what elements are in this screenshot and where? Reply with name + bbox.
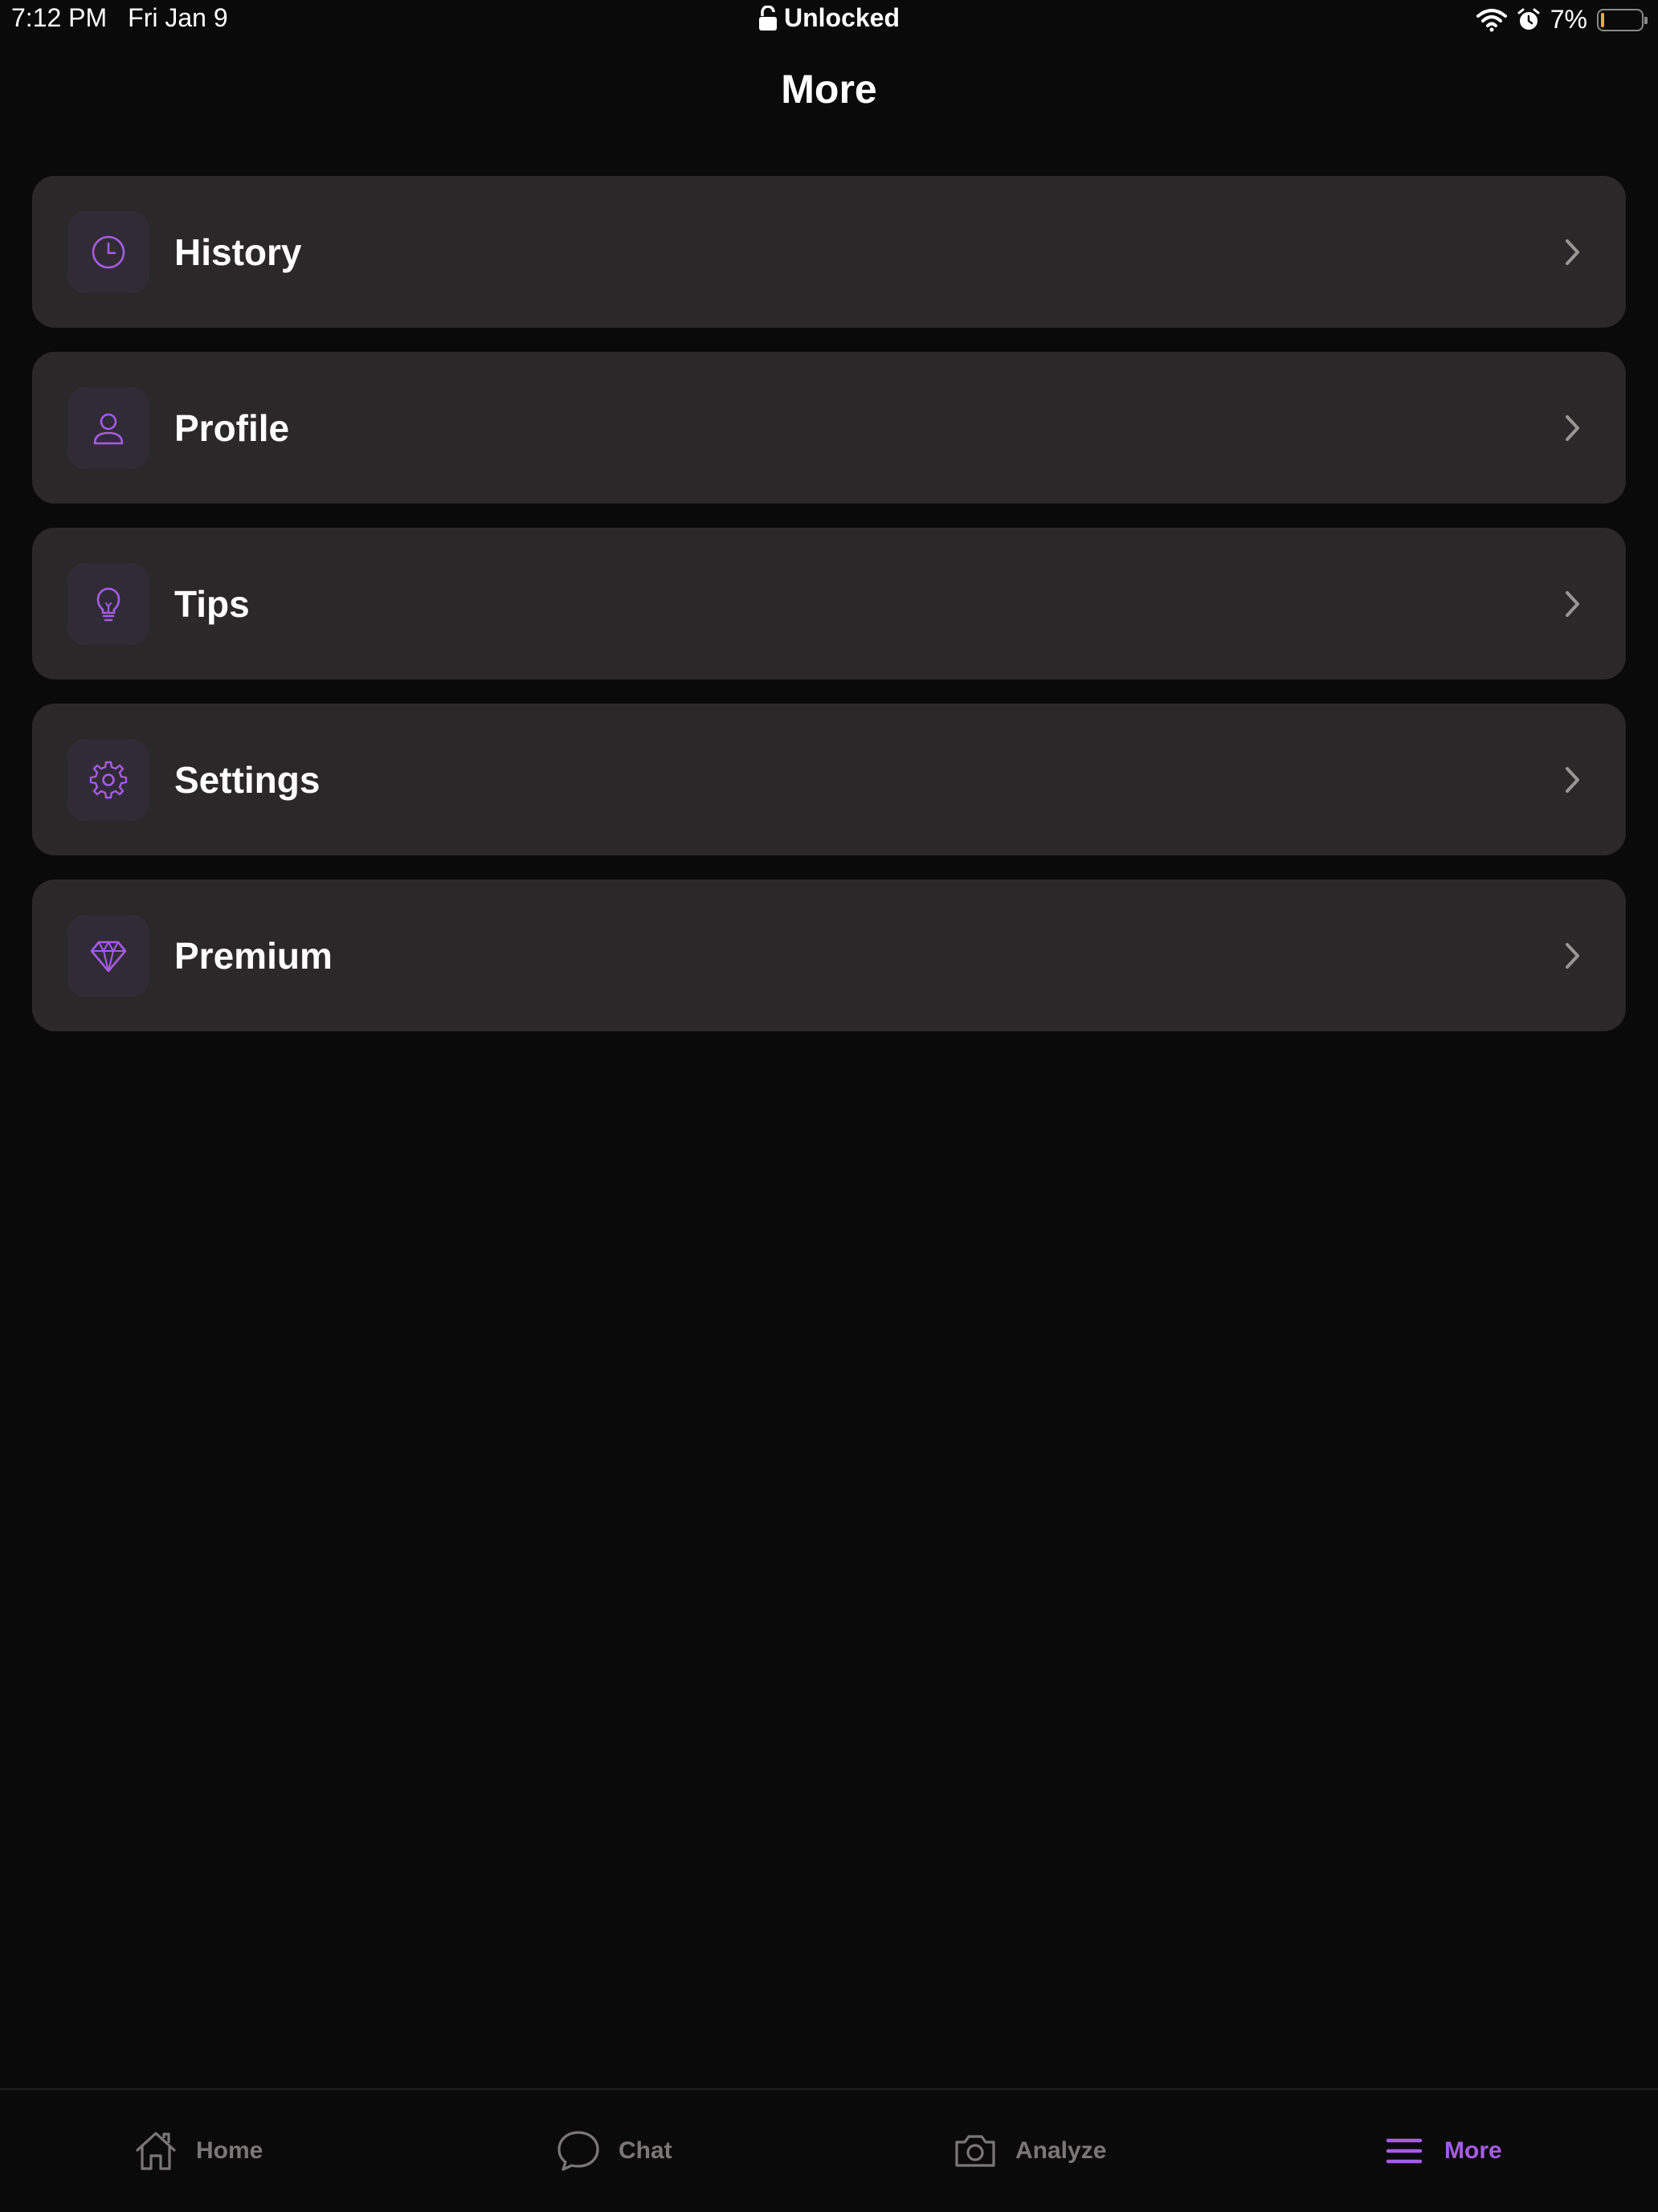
menu-icon	[1386, 2138, 1423, 2164]
gear-icon	[89, 761, 128, 798]
menu-item-label: Tips	[174, 582, 250, 625]
chevron-right-icon	[1566, 766, 1579, 793]
menu-item-settings[interactable]: Settings	[32, 704, 1626, 855]
menu-icon-box	[67, 738, 149, 821]
chevron-right-icon	[1566, 239, 1579, 265]
lock-open-icon	[758, 5, 777, 31]
menu-item-history[interactable]: History	[32, 176, 1626, 328]
tab-home[interactable]: Home	[133, 2090, 263, 2212]
tab-bar: Home Chat Analyze More	[0, 2088, 1658, 2212]
lock-status-text: Unlocked	[783, 3, 900, 32]
menu-list: History Profile Tips Settings Premium	[32, 176, 1626, 1055]
battery-percent: 7%	[1550, 5, 1587, 34]
chat-bubble-icon	[557, 2131, 599, 2171]
page-title: More	[781, 67, 877, 112]
menu-item-label: Premium	[174, 934, 333, 977]
tab-more[interactable]: More	[1382, 2090, 1502, 2212]
tab-analyze[interactable]: Analyze	[953, 2090, 1106, 2212]
menu-item-label: Settings	[174, 758, 321, 801]
battery-icon	[1597, 8, 1648, 31]
status-bar: 7:12 PM Fri Jan 9 Unlocked 7%	[0, 0, 1658, 40]
person-icon	[93, 413, 124, 444]
chevron-right-icon	[1566, 942, 1579, 969]
tab-label: Home	[196, 2137, 263, 2164]
battery-fill	[1601, 12, 1604, 27]
diamond-icon	[90, 941, 127, 972]
clock-icon	[92, 235, 125, 268]
menu-icon-box	[67, 562, 149, 645]
menu-item-profile[interactable]: Profile	[32, 352, 1626, 504]
menu-icon-box	[67, 210, 149, 293]
status-right: 7%	[1476, 5, 1648, 35]
chevron-right-icon	[1566, 414, 1579, 441]
tab-label: More	[1444, 2137, 1502, 2164]
menu-item-label: Profile	[174, 406, 290, 449]
home-icon	[136, 2132, 176, 2170]
status-center: Unlocked	[0, 3, 1658, 33]
menu-item-tips[interactable]: Tips	[32, 528, 1626, 680]
tab-label: Analyze	[1015, 2137, 1107, 2164]
tab-label: Chat	[619, 2137, 672, 2164]
chevron-right-icon	[1566, 590, 1579, 617]
camera-icon	[955, 2135, 995, 2167]
lightbulb-icon	[96, 587, 120, 621]
wifi-icon	[1476, 8, 1507, 31]
menu-item-premium[interactable]: Premium	[32, 879, 1626, 1031]
tab-chat[interactable]: Chat	[556, 2090, 672, 2212]
alarm-icon	[1517, 8, 1540, 30]
menu-icon-box	[67, 914, 149, 997]
menu-item-label: History	[174, 231, 302, 273]
menu-icon-box	[67, 386, 149, 469]
